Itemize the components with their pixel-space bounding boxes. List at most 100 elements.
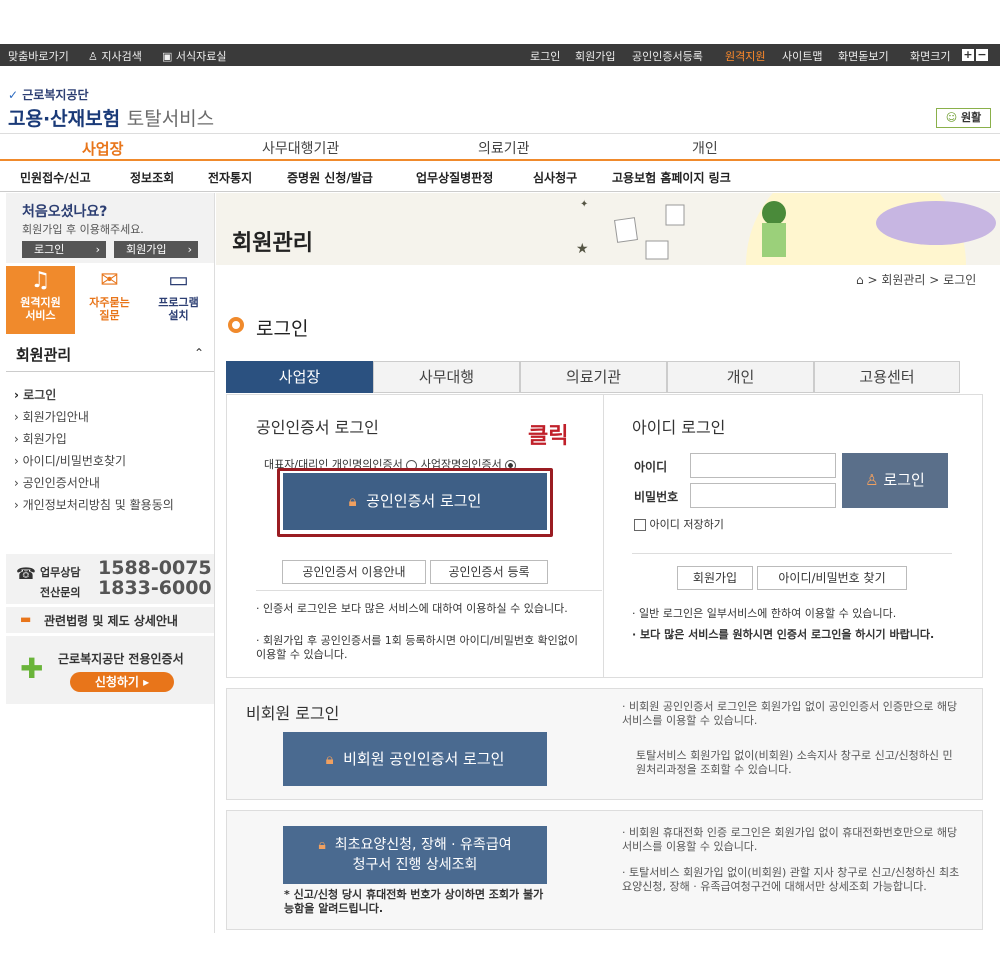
cert-login-button[interactable]: 🔒︎ 공인인증서 로그인 [283,473,547,530]
chat-icon: ✉ [100,268,119,293]
site-title[interactable]: 고용·산재보험 토탈서비스 [8,104,214,131]
arrow-icon: › [95,243,100,256]
divider [256,590,602,591]
contact-box: ☎ 업무상담 1588-0075 전산문의 1833-6000 [6,554,214,604]
nav-medical[interactable]: 의료기관 [478,138,530,158]
divider [603,395,604,677]
save-id-checkbox[interactable] [634,519,646,531]
lock-icon: 🔒︎ [325,750,334,768]
pw-label: 비밀번호 [634,490,679,504]
nonmember-note-1: · 비회원 공인인증서 로그인은 회원가입 없이 공인인증서 인증만으로 해당 … [622,700,958,727]
tab-business[interactable]: 사업장 [226,361,373,393]
nav-personal[interactable]: 개인 [692,138,718,158]
main-nav: 사업장 사무대행기관 의료기관 개인 [0,133,1000,161]
monitor-icon: ▬ [20,612,32,626]
title-bullet-icon [228,317,244,333]
zoom-in-button[interactable]: + [962,49,974,61]
home-icon[interactable]: ⌂ [856,273,864,287]
banner-title: 회원관리 [232,231,313,256]
program-install-button[interactable]: ▭ 프로그램 설치 [144,266,213,334]
smile-icon: ☺ [945,111,958,124]
side-menu-header[interactable]: 회원관리 ⌃ [6,338,214,372]
cert-apply-box: ✚ 근로복지공단 전용인증서 신청하기 ▸ [6,636,214,704]
banner-illustration: ★ ✦ [576,193,996,265]
apply-button[interactable]: 신청하기 ▸ [70,672,174,692]
svg-text:✦: ✦ [580,199,588,210]
forms-link[interactable]: ▣ 서식자료실 [162,48,227,64]
law-link[interactable]: ▬ 관련법령 및 제도 상세안내 [6,607,214,633]
phone-icon: ☎ [16,564,36,583]
top-magnifier-link[interactable]: 화면돋보기 [838,48,889,64]
phone-note-2: · 토탈서비스 회원가입 없이(비회원) 관할 지사 창구로 신고/신청하신 최… [622,866,960,893]
faq-button[interactable]: ✉ 자주묻는 질문 [75,266,144,334]
subnav-item[interactable]: 민원접수/신고 [20,169,91,186]
breadcrumb: ⌂ > 회원관리 > 로그인 [856,273,977,287]
helper-button[interactable]: ☺ 원활 [936,108,991,128]
nav-agency[interactable]: 사무대행기관 [262,138,339,158]
tab-employment-center[interactable]: 고용센터 [814,361,960,393]
id-input[interactable] [690,453,836,478]
quick-link[interactable]: 맞춤바로가기 [8,48,69,64]
zoom-label: 화면크기 [910,50,951,63]
doc-icon: ▣ [162,50,173,63]
plus-doc-icon: ✚ [20,652,44,685]
side-join-button[interactable]: 회원가입 › [114,241,198,258]
tab-personal[interactable]: 개인 [667,361,814,393]
svg-text:★: ★ [576,241,589,257]
org-logo[interactable]: ✓ 근로복지공단 [8,86,89,103]
side-menu-title: 회원관리 [16,346,72,364]
cert-guide-button[interactable]: 공인인증서 이용안내 [282,560,426,584]
nav-business[interactable]: 사업장 [82,138,123,159]
top-login-link[interactable]: 로그인 [530,48,560,64]
subnav-item[interactable]: 증명원 신청/발급 [287,169,373,186]
nonmember-title: 비회원 로그인 [246,704,340,723]
tab-medical[interactable]: 의료기관 [520,361,667,393]
side-item-cert[interactable]: › 공인인증서안내 [14,474,100,491]
remote-support-button[interactable]: ♫ 원격지원 서비스 [6,266,75,334]
side-login-button[interactable]: 로그인 › [22,241,106,258]
subnav-item[interactable]: 정보조회 [130,169,174,186]
chevron-up-icon: ⌃ [194,346,205,360]
id-note-1: · 일반 로그인은 일부서비스에 한하여 이용할 수 있습니다. [632,607,897,620]
welcome-title: 처음오셨나요? [22,204,108,220]
phone-warning: * 신고/신청 당시 휴대전화 번호가 상이하면 조회가 불가능함을 알려드립니… [284,888,544,915]
zoom-out-button[interactable]: − [976,49,988,61]
lock-icon: 🔒︎ [318,837,326,853]
top-join-link[interactable]: 회원가입 [575,48,615,64]
click-annotation: 클릭 [528,424,569,449]
side-item-find[interactable]: › 아이디/비밀번호찾기 [14,452,126,469]
cert-register-button[interactable]: 공인인증서 등록 [430,560,548,584]
branch-search-link[interactable]: ♙ 지사검색 [88,48,142,64]
subnav-item[interactable]: 고용보험 홈페이지 링크 [612,169,731,186]
top-cert-register-link[interactable]: 공인인증서등록 [632,48,703,64]
top-sitemap-link[interactable]: 사이트맵 [782,48,822,64]
tab-agency[interactable]: 사무대행 [373,361,520,393]
side-item-join[interactable]: › 회원가입 [14,430,67,447]
headset-icon: ♫ [30,268,51,293]
nonmember-note-2: 토탈서비스 회원가입 없이(비회원) 소속지사 창구로 신고/신청하신 민원처리… [636,749,953,776]
save-id-option[interactable]: 아이디 저장하기 [634,516,724,532]
side-item-login[interactable]: › 로그인 [14,386,56,403]
side-item-privacy[interactable]: › 개인정보처리방침 및 활용동의 [14,496,174,513]
divider [632,553,952,554]
sub-nav: 민원접수/신고 정보조회 전자통지 증명원 신청/발급 업무상질병판정 심사청구… [0,162,1000,192]
password-input[interactable] [690,483,836,508]
subnav-item[interactable]: 전자통지 [208,169,252,186]
arrow-icon: › [187,243,192,256]
lock-icon: 🔒︎ [348,492,357,510]
top-remote-link[interactable]: 원격지원 [725,48,765,64]
id-label: 아이디 [634,460,668,474]
nonmember-cert-login-button[interactable]: 🔒︎ 비회원 공인인증서 로그인 [283,732,547,786]
monitor-icon: ▭ [168,268,189,293]
phone-claim-inquiry-button[interactable]: 🔒︎ 최초요양신청, 장해 · 유족급여 청구서 진행 상세조회 [283,826,547,884]
find-id-pw-button[interactable]: 아이디/비밀번호 찾기 [757,566,907,590]
subnav-item[interactable]: 심사청구 [533,169,577,186]
page-title: 로그인 [256,318,309,340]
join-button[interactable]: 회원가입 [677,566,753,590]
id-login-button[interactable]: ♙ 로그인 [842,453,948,508]
subnav-item[interactable]: 업무상질병판정 [416,169,493,186]
id-note-2: · 보다 많은 서비스를 원하시면 인증서 로그인을 하시기 바랍니다. [632,628,935,641]
logo-icon: ✓ [8,88,19,102]
side-item-join-guide[interactable]: › 회원가입안내 [14,408,89,425]
id-login-title: 아이디 로그인 [632,418,726,437]
